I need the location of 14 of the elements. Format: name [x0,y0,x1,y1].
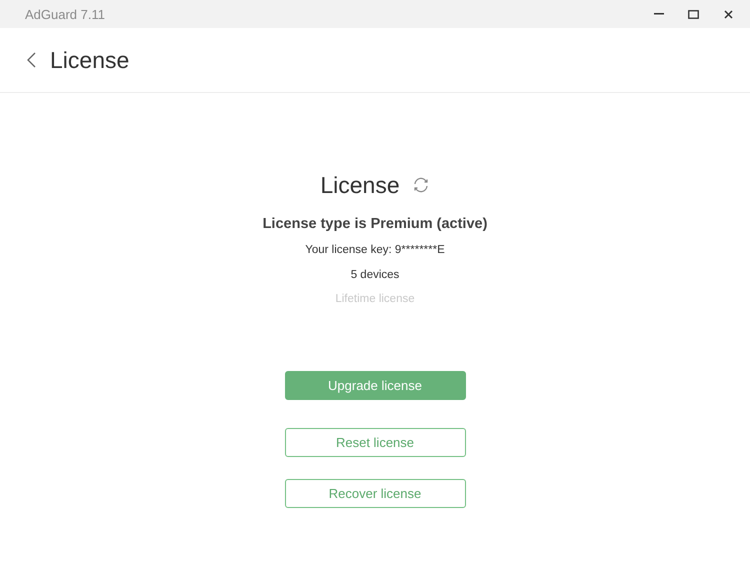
primary-button[interactable]: Upgrade license [284,371,466,400]
device-count: 5 devices [350,269,400,283]
minimize-icon[interactable] [654,13,664,15]
close-icon[interactable] [724,10,733,18]
back-icon[interactable] [27,52,36,68]
secondary-button[interactable]: Reset license [284,428,466,457]
refresh-icon[interactable] [412,177,430,193]
license-type: License type is Premium (active) [262,216,488,234]
window-title: AdGuard 7.11 [25,6,106,22]
license-heading: License [320,172,400,198]
maximize-icon[interactable] [688,10,699,18]
secondary-button[interactable]: Recover license [284,479,466,508]
license-key: Your license key: 9********E [305,244,445,260]
page-title: License [50,46,130,74]
